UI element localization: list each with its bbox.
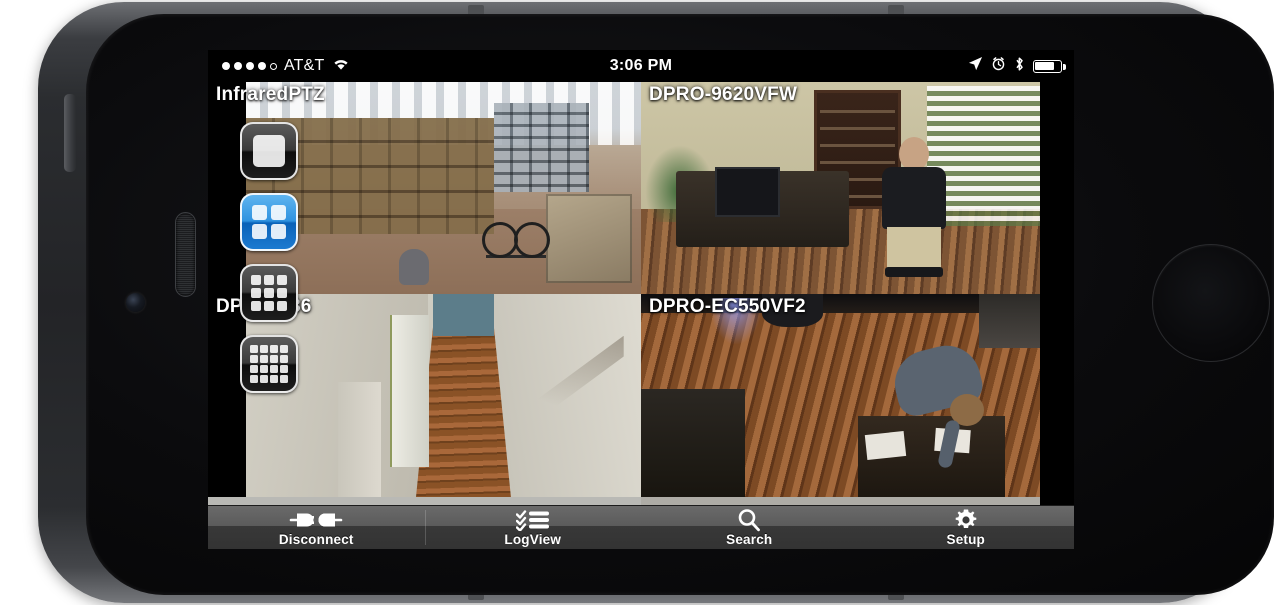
toolbar-label: Search (726, 531, 773, 547)
sixteen-pane-icon (250, 345, 288, 383)
app-screen: AT&T 3:06 PM InfraredPTZ DPRO-9620VFW DP… (208, 50, 1074, 549)
nine-pane-icon (251, 275, 287, 311)
quad-pane-icon (252, 205, 286, 239)
layout-3x3-button[interactable] (240, 264, 298, 322)
layout-switcher (240, 122, 298, 393)
camera-feed-video (641, 82, 1074, 294)
toolbar-item-search[interactable]: Search (641, 506, 858, 549)
magnifying-glass-icon (737, 508, 761, 531)
front-camera-icon (126, 293, 145, 312)
single-pane-icon (253, 135, 285, 167)
toolbar-item-logview[interactable]: LogView (424, 506, 642, 549)
layout-1x1-button[interactable] (240, 122, 298, 180)
camera-grid: InfraredPTZ DPRO-9620VFW DPRO-EC550VF2 (208, 82, 1074, 505)
status-bar-clock: 3:06 PM (609, 57, 673, 74)
toolbar-label: Setup (946, 531, 985, 547)
bottom-toolbar: Disconnect LogView Search Setup (208, 505, 1074, 549)
camera-label: DPRO-9620VFW (649, 84, 798, 105)
camera-feed-video (641, 293, 1074, 505)
toolbar-item-setup[interactable]: Setup (858, 506, 1075, 549)
camera-label: InfraredPTZ (216, 84, 325, 105)
alarm-clock-icon (991, 56, 1006, 76)
screenshot-root: AT&T 3:06 PM InfraredPTZ DPRO-9620VFW DP… (0, 0, 1280, 605)
status-bar-right (968, 56, 1066, 77)
layout-4x4-button[interactable] (240, 335, 298, 393)
disconnected-plug-icon (289, 509, 343, 531)
toolbar-item-disconnect[interactable]: Disconnect (208, 506, 425, 549)
location-arrow-icon (968, 56, 983, 76)
status-bar: AT&T 3:06 PM (208, 50, 1074, 82)
side-button[interactable] (64, 94, 76, 172)
camera-label: DPRO-EC550VF2 (649, 295, 806, 317)
toolbar-label: Disconnect (278, 531, 354, 547)
checklist-icon (515, 509, 550, 531)
battery-icon (1033, 59, 1066, 73)
earpiece-speaker (175, 212, 196, 297)
home-button[interactable] (1152, 244, 1270, 362)
bluetooth-icon (1014, 56, 1025, 77)
camera-cell-2[interactable]: DPRO-9620VFW (641, 82, 1074, 294)
toolbar-divider (424, 510, 426, 545)
layout-2x2-button[interactable] (240, 193, 298, 251)
gear-icon (954, 509, 978, 531)
camera-cell-4[interactable]: DPRO-EC550VF2 (641, 293, 1074, 505)
toolbar-label: LogView (504, 531, 562, 547)
